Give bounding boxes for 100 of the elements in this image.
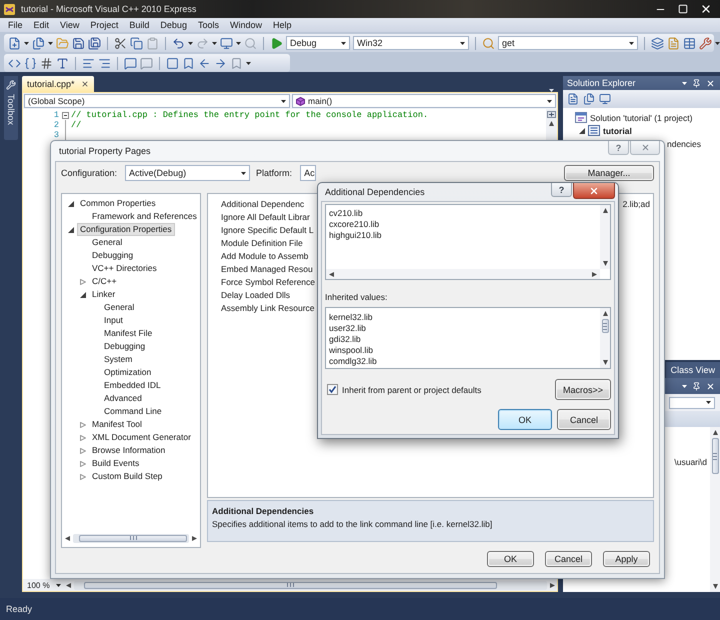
caret-icon[interactable] — [460, 42, 465, 44]
tree-item[interactable]: VC++ Directories — [89, 262, 160, 275]
caret-icon[interactable] — [246, 62, 251, 64]
tree-item[interactable]: Solution 'tutorial' (1 project) — [590, 112, 692, 122]
bookmark-icon[interactable] — [182, 56, 195, 70]
close-icon[interactable] — [700, 3, 712, 15]
speech-bubble-icon[interactable] — [124, 56, 137, 70]
member-dropdown[interactable]: main() — [292, 94, 556, 108]
scroll-down-icon[interactable] — [712, 584, 718, 589]
tree-item[interactable]: Input — [101, 314, 126, 327]
square-icon[interactable] — [166, 56, 179, 70]
close-icon[interactable] — [80, 80, 89, 88]
copy-icon[interactable] — [130, 36, 143, 50]
tree-item[interactable]: Optimization — [101, 366, 154, 379]
tree-item[interactable]: Browse Information — [89, 444, 168, 457]
letter-t-icon[interactable] — [56, 56, 69, 70]
scroll-right-icon[interactable] — [192, 536, 197, 540]
dialog-button[interactable]: Cancel — [557, 409, 611, 430]
collapse-icon[interactable] — [62, 112, 69, 118]
menu-item[interactable]: Project — [90, 20, 118, 30]
save-icon[interactable] — [72, 36, 85, 50]
tree-item[interactable]: Common Properties — [77, 197, 159, 210]
menu-item[interactable]: File — [8, 20, 23, 30]
arrow-left-icon[interactable] — [198, 56, 211, 70]
tree-item[interactable]: Debugging — [89, 249, 136, 262]
help-button[interactable]: ? — [608, 141, 629, 155]
tree-item[interactable]: C/C++ — [89, 275, 120, 288]
property-name[interactable]: Ignore Specific Default L — [221, 224, 314, 234]
undo-icon[interactable] — [172, 36, 185, 50]
caret-icon[interactable] — [547, 100, 552, 102]
menu-item[interactable]: View — [60, 20, 80, 30]
caret-icon[interactable] — [188, 42, 193, 44]
scroll-thumb[interactable] — [84, 582, 497, 588]
toolbox-tab[interactable]: Toolbox — [4, 76, 18, 140]
scissors-icon[interactable] — [114, 36, 127, 50]
play-icon[interactable] — [270, 36, 283, 50]
dialog-button[interactable]: OK — [487, 551, 534, 567]
tree-item[interactable]: Embedded IDL — [101, 379, 164, 392]
find-dropdown[interactable]: get — [498, 36, 638, 50]
scroll-up-icon[interactable] — [549, 121, 554, 126]
panel-tab[interactable]: Class View — [666, 362, 720, 378]
scope-dropdown[interactable]: (Global Scope) — [24, 94, 290, 108]
scroll-up-icon[interactable] — [712, 430, 718, 435]
monitor-icon[interactable] — [599, 93, 611, 105]
list-item[interactable]: \usuari\d — [674, 457, 707, 468]
tree-item[interactable]: Advanced — [101, 392, 145, 405]
expand-arrow-icon[interactable] — [80, 292, 86, 298]
tree-item[interactable]: Debugging — [101, 340, 148, 353]
expand-arrow-icon[interactable] — [68, 226, 74, 232]
tree-item[interactable]: Manifest Tool — [89, 418, 145, 431]
caret-icon[interactable] — [24, 42, 29, 44]
scrollbar[interactable] — [73, 534, 189, 542]
scroll-up-icon[interactable] — [602, 311, 608, 316]
caret-icon[interactable] — [48, 42, 53, 44]
caret-icon[interactable] — [241, 172, 246, 174]
pin-icon[interactable] — [692, 78, 701, 88]
maximize-icon[interactable] — [678, 4, 688, 14]
checkbox-label[interactable]: Inherit from parent or project defaults — [342, 384, 482, 394]
scroll-left-icon[interactable] — [66, 582, 71, 588]
tree-item[interactable]: Linker — [89, 288, 118, 301]
macros-button[interactable]: Macros>> — [555, 379, 611, 400]
zoom-dropdown[interactable]: 100 % — [25, 580, 63, 590]
menu-item[interactable]: Edit — [34, 20, 50, 30]
caret-icon[interactable] — [682, 384, 687, 388]
document-tab[interactable]: tutorial.cpp* — [22, 76, 94, 92]
property-value[interactable]: 2.lib;ad — [622, 198, 650, 208]
layers-icon[interactable] — [651, 36, 664, 50]
scroll-right-icon[interactable] — [592, 272, 597, 276]
plus-box-icon[interactable] — [547, 111, 556, 118]
save-all-icon[interactable] — [88, 36, 101, 50]
scroll-right-icon[interactable] — [550, 582, 555, 588]
property-name[interactable]: Module Definition File — [221, 238, 303, 248]
dropdown-field[interactable] — [669, 396, 715, 408]
monitor-icon[interactable] — [220, 36, 233, 50]
expand-arrow-icon[interactable] — [579, 128, 585, 134]
manager-button[interactable]: Manager... — [564, 165, 654, 181]
tree-item[interactable]: XML Document Generator — [89, 431, 194, 444]
menu-item[interactable]: Tools — [198, 20, 219, 30]
menu-item[interactable]: Help — [272, 20, 292, 30]
caret-icon[interactable] — [281, 100, 286, 102]
scroll-up-icon[interactable] — [602, 208, 608, 213]
property-name[interactable]: Additional Dependenc — [221, 198, 304, 208]
menu-item[interactable]: Window — [230, 20, 262, 30]
tree-item[interactable]: General — [101, 301, 138, 314]
scroll-thumb[interactable] — [602, 319, 608, 333]
files-icon[interactable] — [32, 36, 45, 50]
scrollbar[interactable] — [74, 580, 547, 590]
speech-bubble-icon[interactable] — [140, 56, 153, 70]
platform-dropdown[interactable]: Ac — [300, 165, 316, 181]
tree-item[interactable]: General — [89, 236, 126, 249]
tree-item[interactable]: System — [101, 353, 136, 366]
property-name[interactable]: Delay Loaded Dlls — [221, 290, 290, 300]
dialog-button[interactable]: OK — [498, 409, 552, 430]
scroll-thumb[interactable] — [79, 534, 187, 542]
tree-item[interactable]: ndencies — [667, 138, 702, 148]
menu-item[interactable]: Debug — [160, 20, 187, 30]
scroll-thumb[interactable] — [712, 438, 718, 474]
table-icon[interactable] — [683, 36, 696, 50]
close-button[interactable] — [573, 183, 615, 199]
dialog-button[interactable]: Cancel — [545, 551, 592, 567]
